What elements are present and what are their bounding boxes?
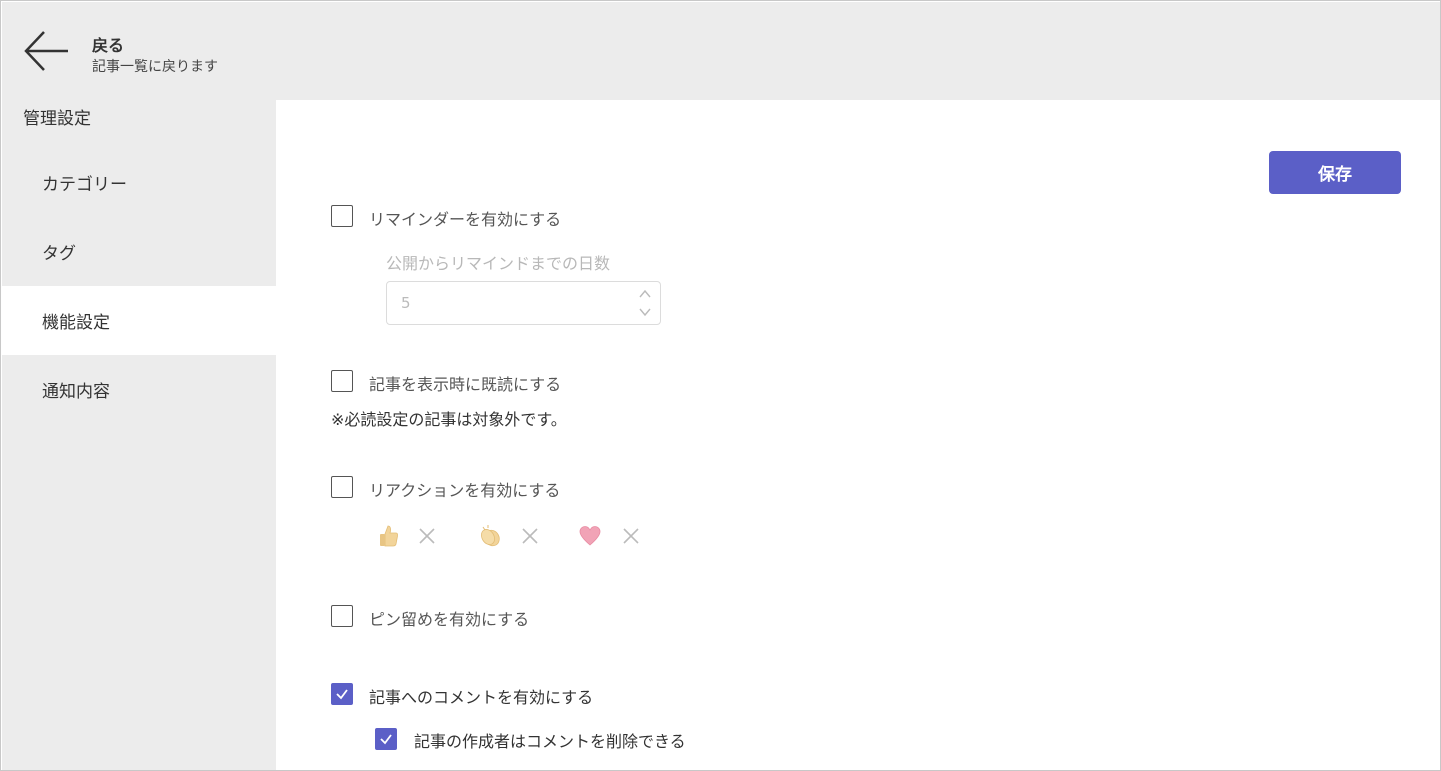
heart-icon	[579, 526, 601, 546]
sidebar-title: 管理設定	[23, 109, 91, 129]
header: 戻る 記事一覧に戻ります	[2, 2, 1440, 100]
reaction-thumbs-up	[378, 524, 448, 550]
chevron-down-icon[interactable]	[638, 306, 652, 318]
author-delete-comment-label: 記事の作成者はコメントを削除できる	[414, 732, 686, 751]
thumbs-up-icon	[380, 525, 398, 547]
sidebar-item-label: 通知内容	[42, 382, 110, 402]
mark-read-label: 記事を表示時に既読にする	[369, 375, 562, 394]
sidebar-item-notification-content[interactable]: 通知内容	[2, 355, 276, 424]
sidebar-item-label: 機能設定	[42, 313, 110, 333]
reaction-clapping-hands	[479, 524, 549, 550]
main-content: 保存 リマインダーを有効にする 公開からリマインドまでの日数 5 記事を表示時に…	[276, 100, 1440, 770]
sidebar-item-label: タグ	[42, 244, 76, 264]
chevron-up-icon[interactable]	[638, 288, 652, 300]
mark-read-checkbox[interactable]	[331, 370, 353, 392]
reaction-label: リアクションを有効にする	[369, 481, 561, 500]
checkmark-icon	[380, 734, 392, 745]
reaction-checkbox[interactable]	[331, 476, 353, 498]
app-frame: 戻る 記事一覧に戻ります 管理設定 カテゴリー タグ 機能設定 通知内容 保存 …	[0, 0, 1441, 771]
reminder-days-label: 公開からリマインドまでの日数	[386, 254, 611, 273]
checkmark-icon	[336, 689, 348, 700]
back-subtitle: 記事一覧に戻ります	[92, 59, 218, 75]
clapping-hands-icon	[481, 525, 500, 547]
comment-label: 記事へのコメントを有効にする	[369, 688, 594, 707]
remove-clapping-hands-icon[interactable]	[521, 527, 539, 545]
sidebar-item-tag[interactable]: タグ	[2, 217, 276, 286]
reminder-days-value: 5	[401, 294, 411, 312]
author-delete-comment-checkbox[interactable]	[375, 728, 397, 750]
back-title: 戻る	[92, 36, 125, 55]
reminder-days-input[interactable]: 5	[386, 281, 661, 325]
sidebar: 管理設定 カテゴリー タグ 機能設定 通知内容	[2, 100, 276, 770]
reminder-label: リマインダーを有効にする	[369, 210, 562, 229]
back-arrow-icon	[24, 31, 68, 71]
mark-read-note: ※必読設定の記事は対象外です。	[331, 410, 567, 429]
comment-checkbox[interactable]	[331, 683, 353, 705]
save-button[interactable]: 保存	[1269, 151, 1401, 194]
remove-heart-icon[interactable]	[622, 527, 640, 545]
sidebar-item-category[interactable]: カテゴリー	[2, 148, 276, 217]
sidebar-item-label: カテゴリー	[42, 175, 127, 195]
back-button[interactable]: 戻る 記事一覧に戻ります	[22, 28, 232, 78]
reminder-checkbox[interactable]	[331, 205, 353, 227]
pin-checkbox[interactable]	[331, 605, 353, 627]
pin-label: ピン留めを有効にする	[369, 610, 530, 629]
sidebar-item-feature-settings[interactable]: 機能設定	[2, 286, 276, 355]
reaction-heart	[579, 524, 649, 550]
remove-thumbs-up-icon[interactable]	[418, 527, 436, 545]
